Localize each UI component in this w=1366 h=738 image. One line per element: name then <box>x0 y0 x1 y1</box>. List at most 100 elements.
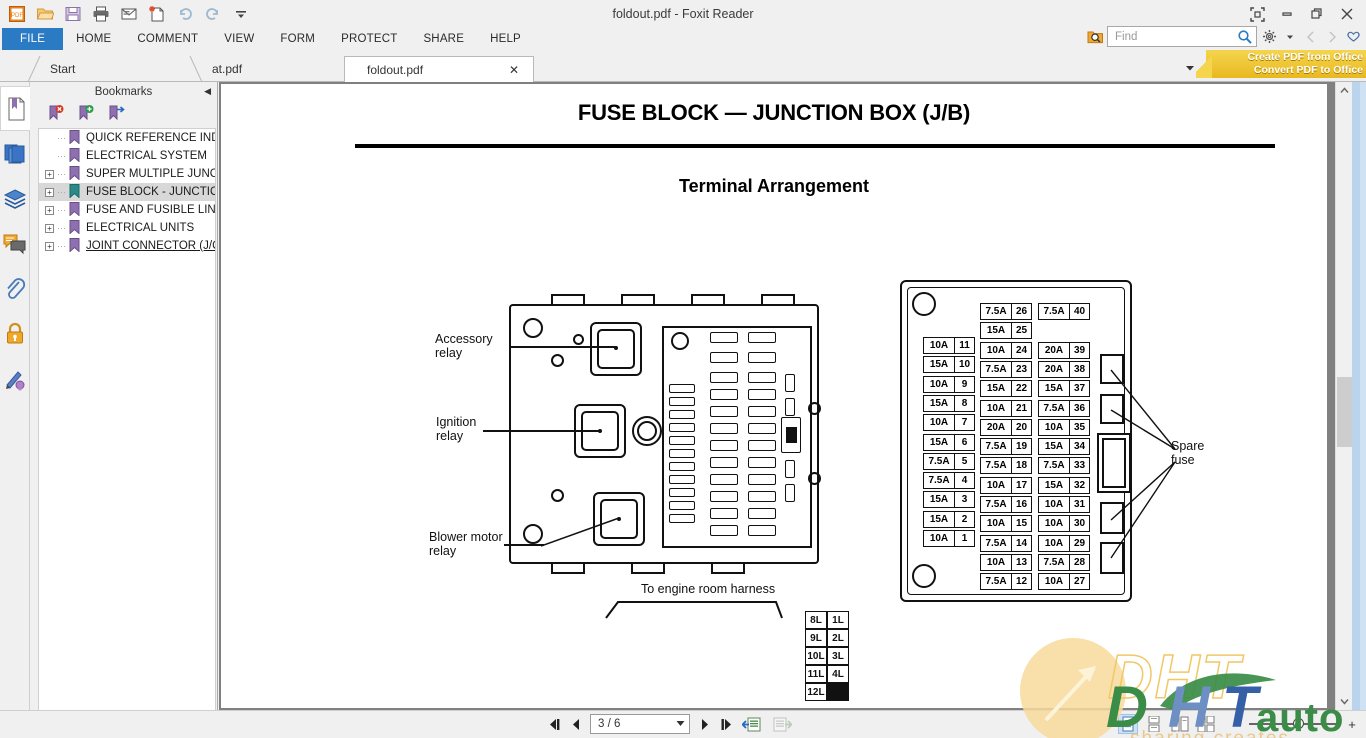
previous-view-button[interactable] <box>740 714 764 734</box>
scroll-down-icon[interactable] <box>1336 693 1353 710</box>
mount-hole <box>551 354 564 367</box>
comments-panel-icon[interactable] <box>0 221 30 266</box>
expand-toggle-icon[interactable]: + <box>45 169 54 179</box>
zoom-slider-knob[interactable] <box>1293 718 1304 729</box>
continuous-facing-view-button[interactable] <box>1196 714 1216 734</box>
page-title: FUSE BLOCK — JUNCTION BOX (J/B) <box>577 100 971 125</box>
continuous-view-button[interactable] <box>1144 714 1164 734</box>
goto-bookmark-icon[interactable] <box>106 104 126 122</box>
bookmark-item-electrical-units[interactable]: + ⋯ ELECTRICAL UNITS <box>39 219 215 237</box>
pin-9L: 9L <box>805 629 827 647</box>
expand-toggle-icon[interactable]: + <box>45 205 54 215</box>
restore-layout-icon[interactable] <box>1242 1 1272 27</box>
bookmark-item-quick-reference-index[interactable]: ⋯ QUICK REFERENCE INDEX <box>39 129 215 147</box>
gear-icon[interactable] <box>1260 27 1278 47</box>
find-next-icon[interactable] <box>1323 27 1341 47</box>
close-icon[interactable] <box>1332 1 1362 27</box>
bookmarks-tree[interactable]: ⋯ QUICK REFERENCE INDEX ⋯ ELECTRICAL SYS… <box>38 128 216 714</box>
zoom-in-button[interactable]: + <box>1346 717 1358 732</box>
bookmark-item-fuse-and-fusible-link-box[interactable]: + ⋯ FUSE AND FUSIBLE LINK BOX <box>39 201 215 219</box>
menu-item-form[interactable]: FORM <box>267 28 328 50</box>
expand-toggle-icon[interactable]: + <box>45 187 54 197</box>
menu-item-file[interactable]: FILE <box>2 28 64 50</box>
email-icon[interactable] <box>116 2 142 26</box>
menu-item-comment[interactable]: COMMENT <box>124 28 211 50</box>
document-viewport[interactable]: FUSE BLOCK — JUNCTION BOX (J/B) Terminal… <box>219 82 1366 710</box>
tab-close-icon[interactable]: ✕ <box>509 63 519 77</box>
tab-foldout-pdf[interactable]: foldout.pdf ✕ <box>344 56 534 82</box>
menu-item-view[interactable]: VIEW <box>211 28 267 50</box>
expand-toggle-icon[interactable]: + <box>45 241 54 251</box>
bookmark-label: FUSE AND FUSIBLE LINK BOX <box>86 204 216 216</box>
previous-page-button[interactable] <box>568 714 584 734</box>
search-scope-icon[interactable] <box>1086 27 1104 47</box>
bank-mount-hole <box>671 332 689 350</box>
attachments-panel-icon[interactable] <box>0 266 30 311</box>
fuse-amp: 7.5A <box>981 574 1012 590</box>
banner-corner <box>1196 50 1212 78</box>
bookmark-item-electrical-system[interactable]: ⋯ ELECTRICAL SYSTEM <box>39 147 215 165</box>
tab-at-pdf[interactable]: at.pdf <box>190 56 365 82</box>
menu-item-share[interactable]: SHARE <box>410 28 477 50</box>
scroll-thumb[interactable] <box>1337 377 1352 447</box>
last-page-button[interactable] <box>718 714 734 734</box>
signatures-panel-icon[interactable] <box>0 356 30 401</box>
menu-item-protect[interactable]: PROTECT <box>328 28 410 50</box>
new-bookmark-icon[interactable] <box>76 104 96 122</box>
undo-icon[interactable] <box>172 2 198 26</box>
minimize-icon[interactable] <box>1272 1 1302 27</box>
fuse-amp: 15A <box>924 511 955 527</box>
fuse-amp: 10A <box>981 516 1012 532</box>
facing-view-button[interactable] <box>1170 714 1190 734</box>
favorites-heart-icon[interactable] <box>1344 27 1362 47</box>
search-dropdown-caret-icon[interactable] <box>1281 27 1299 47</box>
fuse-amp: 7.5A <box>981 304 1012 319</box>
bookmark-item-fuse-block-junction-box[interactable]: + ⋯ FUSE BLOCK - JUNCTION BOX (J/B) <box>39 183 215 201</box>
page-number-input[interactable]: 3 / 6 <box>590 714 690 734</box>
expand-toggle-icon[interactable]: + <box>45 223 54 233</box>
tab-at-pdf-label: at.pdf <box>212 62 243 76</box>
first-page-button[interactable] <box>546 714 562 734</box>
tab-start[interactable]: Start <box>27 56 203 82</box>
zoom-slider[interactable] <box>1249 717 1341 731</box>
menu-item-home[interactable]: HOME <box>63 28 124 50</box>
scroll-up-icon[interactable] <box>1336 82 1353 99</box>
single-page-view-button[interactable] <box>1118 714 1138 734</box>
fuse-cell-24: 10A 24 <box>980 341 1032 359</box>
fuse-cell-27: 10A 27 <box>1038 573 1090 591</box>
banner-line-1: Create PDF from Office <box>1247 51 1363 63</box>
next-view-button[interactable] <box>770 714 794 734</box>
find-box[interactable] <box>1107 26 1257 47</box>
pin-2L: 2L <box>827 629 849 647</box>
search-input[interactable] <box>1113 29 1237 44</box>
customize-toolbar-icon[interactable] <box>228 2 254 26</box>
new-blank-page-icon[interactable] <box>144 2 170 26</box>
bookmark-item-joint-connector[interactable]: + ⋯ JOINT CONNECTOR (J/C) <box>39 237 215 255</box>
page-dropdown-caret-icon[interactable] <box>676 720 685 729</box>
bookmark-item-super-multiple-junction[interactable]: + ⋯ SUPER MULTIPLE JUNCTION (SMJ) <box>39 165 215 183</box>
menu-item-help[interactable]: HELP <box>477 28 534 50</box>
bookmarks-panel-icon[interactable] <box>0 86 30 131</box>
maximize-icon[interactable] <box>1302 1 1332 27</box>
office-conversion-banner[interactable]: Create PDF from Office Convert PDF to Of… <box>1196 50 1366 78</box>
fuse-cell-40: 7.5A 40 <box>1038 303 1090 320</box>
save-icon[interactable] <box>60 2 86 26</box>
create-pdf-icon[interactable]: PDF <box>4 2 30 26</box>
delete-bookmark-icon[interactable] <box>46 104 66 122</box>
fuse-number: 30 <box>1073 518 1086 530</box>
zoom-out-button[interactable]: − <box>1232 717 1244 732</box>
pages-panel-icon[interactable] <box>0 131 30 176</box>
open-icon[interactable] <box>32 2 58 26</box>
redo-icon[interactable] <box>200 2 226 26</box>
security-panel-icon[interactable] <box>0 311 30 356</box>
layers-panel-icon[interactable] <box>0 176 30 221</box>
search-icon[interactable] <box>1237 29 1253 45</box>
print-icon[interactable] <box>88 2 114 26</box>
fuse-cell-16: 7.5A 16 <box>980 496 1032 513</box>
find-previous-icon[interactable] <box>1302 27 1320 47</box>
next-page-button[interactable] <box>696 714 712 734</box>
bookmark-label: FUSE BLOCK - JUNCTION BOX (J/B) <box>86 186 215 198</box>
document-vertical-scrollbar[interactable] <box>1335 82 1352 710</box>
collapse-panel-icon[interactable]: ◀ <box>204 86 211 97</box>
